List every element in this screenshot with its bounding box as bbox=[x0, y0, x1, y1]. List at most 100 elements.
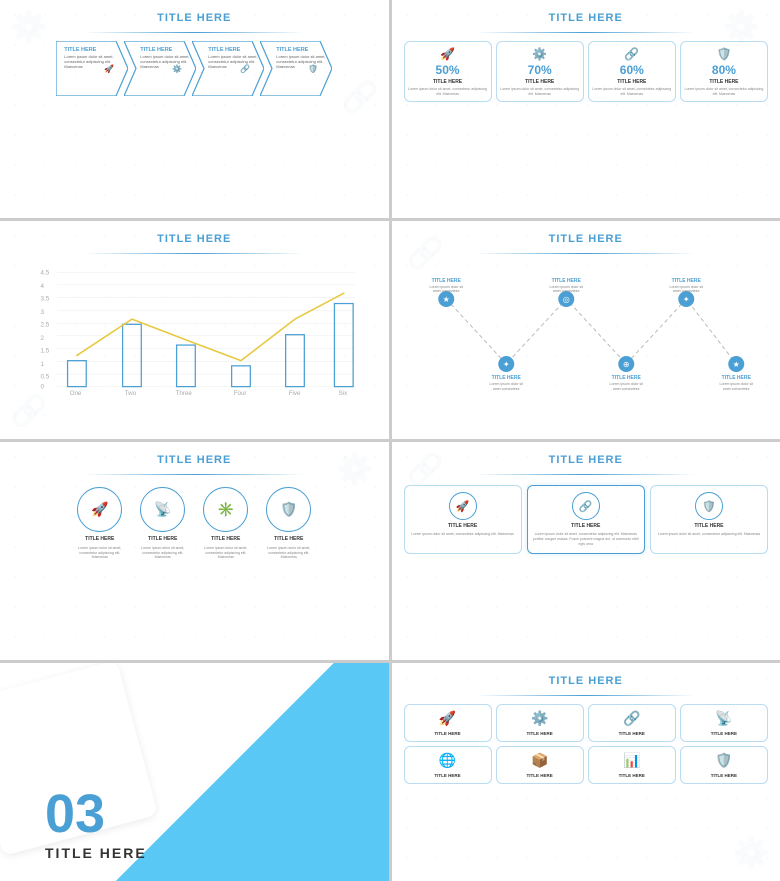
circle-1-desc: Lorem ipsum dolor sit amet, consectetur … bbox=[72, 546, 127, 560]
stat-3-title: TITLE HERE bbox=[617, 79, 646, 85]
svg-text:0.5: 0.5 bbox=[41, 373, 50, 380]
svg-text:Lorem ipsum dolor sit: Lorem ipsum dolor sit bbox=[719, 382, 752, 386]
card-1-desc: Lorem ipsum dolor sit amet, consectetur … bbox=[411, 532, 513, 537]
stat-1-title: TITLE HERE bbox=[433, 79, 462, 85]
card-1-title: TITLE HERE bbox=[448, 523, 477, 529]
grid-item-6: 📦 TITLE HERE bbox=[496, 746, 584, 784]
card-2-icon: 🔗 bbox=[572, 492, 600, 520]
svg-text:amet consectetur: amet consectetur bbox=[492, 387, 520, 391]
svg-text:TITLE HERE: TITLE HERE bbox=[721, 375, 751, 381]
circle-3-icon: ✳️ bbox=[203, 487, 248, 532]
grid-4-icon: 📡 bbox=[715, 710, 732, 727]
slide-7: 03 TITLE HERE bbox=[0, 663, 389, 881]
slide-6: 🔗 TITLE HERE 🚀 TITLE HERE Lorem ipsum do… bbox=[392, 442, 780, 660]
svg-text:1.5: 1.5 bbox=[41, 347, 50, 354]
grid-6-label: TITLE HERE bbox=[527, 773, 553, 778]
stat-4-title: TITLE HERE bbox=[709, 79, 738, 85]
svg-text:amet consectetur: amet consectetur bbox=[432, 289, 460, 293]
info-card-2: 🔗 TITLE HERE Lorem ipsum dolor sit amet,… bbox=[527, 485, 645, 554]
svg-text:TITLE HERE: TITLE HERE bbox=[611, 375, 641, 381]
slide-5: ⚙️ TITLE HERE 🚀 TITLE HERE Lorem ipsum d… bbox=[0, 442, 389, 660]
main-grid: ⚙️ 🔗 TITLE HERE TITLE HERE Lorem ipsum d… bbox=[0, 0, 780, 881]
svg-text:Lorem ipsum dolor sit: Lorem ipsum dolor sit bbox=[489, 382, 522, 386]
stat-4-percent: 80% bbox=[712, 63, 736, 77]
slide-2-title: TITLE HERE bbox=[549, 12, 623, 24]
svg-text:1: 1 bbox=[41, 361, 45, 368]
stat-card-1: 🚀 50% TITLE HERE Lorem ipsum dolor sit a… bbox=[404, 41, 492, 102]
svg-text:4.5: 4.5 bbox=[41, 269, 50, 276]
divider bbox=[85, 32, 304, 33]
grid-item-1: 🚀 TITLE HERE bbox=[404, 704, 492, 742]
circle-item-2: 📡 TITLE HERE Lorem ipsum dolor sit amet,… bbox=[135, 487, 190, 560]
arrow-2-text: Lorem ipsum dolor sit amet, consectetur … bbox=[140, 54, 194, 70]
stat-1-percent: 50% bbox=[436, 63, 460, 77]
chart-area: 4.5 4 3.5 3 2.5 2 1.5 1 0.5 0 bbox=[12, 262, 377, 397]
svg-text:2.5: 2.5 bbox=[41, 321, 50, 328]
svg-text:Three: Three bbox=[176, 390, 193, 397]
grid-7-label: TITLE HERE bbox=[619, 773, 645, 778]
svg-text:✦: ✦ bbox=[502, 360, 509, 369]
info-card-3: 🛡️ TITLE HERE Lorem ipsum dolor sit amet… bbox=[650, 485, 768, 554]
grid-6-icon: 📦 bbox=[531, 752, 548, 769]
svg-text:✦: ✦ bbox=[682, 295, 689, 304]
svg-text:⊕: ⊕ bbox=[622, 360, 629, 369]
stat-3-icon: 🔗 bbox=[624, 47, 639, 61]
slide-1-title: TITLE HERE bbox=[157, 12, 231, 24]
grid-3-label: TITLE HERE bbox=[619, 731, 645, 736]
stat-card-4: 🛡️ 80% TITLE HERE Lorem ipsum dolor sit … bbox=[680, 41, 768, 102]
slide-2: ⚙️ TITLE HERE 🚀 50% TITLE HERE Lorem ips… bbox=[392, 0, 780, 218]
arrow-item-3: TITLE HERE Lorem ipsum dolor sit amet, c… bbox=[192, 41, 264, 96]
arrow-3-text: Lorem ipsum dolor sit amet, consectetur … bbox=[208, 54, 262, 70]
divider-3 bbox=[85, 253, 304, 254]
svg-text:4: 4 bbox=[41, 283, 45, 290]
circle-2-icon: 📡 bbox=[140, 487, 185, 532]
svg-text:Lorem ipsum dolor sit: Lorem ipsum dolor sit bbox=[609, 382, 642, 386]
grid-7-icon: 📊 bbox=[623, 752, 640, 769]
slide-8-title: TITLE HERE bbox=[549, 675, 623, 687]
svg-text:TITLE HERE: TITLE HERE bbox=[671, 278, 701, 284]
grid-item-2: ⚙️ TITLE HERE bbox=[496, 704, 584, 742]
grid-4-label: TITLE HERE bbox=[711, 731, 737, 736]
grid-3-icon: 🔗 bbox=[623, 710, 640, 727]
grid-1-icon: 🚀 bbox=[439, 710, 456, 727]
arrow-item-4: TITLE HERE Lorem ipsum dolor sit amet, c… bbox=[260, 41, 332, 96]
divider-6 bbox=[476, 474, 695, 475]
divider-5 bbox=[85, 474, 304, 475]
svg-text:2: 2 bbox=[41, 335, 45, 342]
stat-4-desc: Lorem ipsum dolor sit amet, consectetur … bbox=[684, 87, 764, 96]
svg-text:3.5: 3.5 bbox=[41, 295, 50, 302]
circle-4-desc: Lorem ipsum dolor sit amet, consectetur … bbox=[261, 546, 316, 560]
svg-text:★: ★ bbox=[442, 295, 449, 304]
circle-3-label: TITLE HERE bbox=[211, 536, 240, 542]
svg-text:amet consectetur: amet consectetur bbox=[722, 387, 750, 391]
arrow-1-text: Lorem ipsum dolor sit amet, consectetur … bbox=[64, 54, 126, 70]
stat-2-title: TITLE HERE bbox=[525, 79, 554, 85]
svg-text:Two: Two bbox=[125, 390, 137, 397]
stat-2-desc: Lorem ipsum dolor sit amet, consectetur … bbox=[500, 87, 580, 96]
circle-1-label: TITLE HERE bbox=[85, 536, 114, 542]
arrow-4-icon: 🛡️ bbox=[308, 64, 318, 73]
circle-item-4: 🛡️ TITLE HERE Lorem ipsum dolor sit amet… bbox=[261, 487, 316, 560]
stats-grid: 🚀 50% TITLE HERE Lorem ipsum dolor sit a… bbox=[404, 41, 769, 102]
circle-item-3: ✳️ TITLE HERE Lorem ipsum dolor sit amet… bbox=[198, 487, 253, 560]
stat-4-icon: 🛡️ bbox=[716, 47, 731, 61]
grid-2-icon: ⚙️ bbox=[531, 710, 548, 727]
stat-card-3: 🔗 60% TITLE HERE Lorem ipsum dolor sit a… bbox=[588, 41, 676, 102]
divider-2 bbox=[476, 32, 695, 33]
stat-card-2: ⚙️ 70% TITLE HERE Lorem ipsum dolor sit … bbox=[496, 41, 584, 102]
stat-2-icon: ⚙️ bbox=[532, 47, 547, 61]
svg-text:Five: Five bbox=[289, 390, 301, 397]
circle-2-label: TITLE HERE bbox=[148, 536, 177, 542]
stat-3-desc: Lorem ipsum dolor sit amet, consectetur … bbox=[592, 87, 672, 96]
svg-text:amet consectetur: amet consectetur bbox=[612, 387, 640, 391]
stat-3-percent: 60% bbox=[620, 63, 644, 77]
grid-5-label: TITLE HERE bbox=[434, 773, 460, 778]
splash-title: TITLE HERE bbox=[45, 845, 369, 861]
circle-1-icon: 🚀 bbox=[77, 487, 122, 532]
grid-item-7: 📊 TITLE HERE bbox=[588, 746, 676, 784]
svg-text:amet consectetur: amet consectetur bbox=[672, 289, 700, 293]
svg-text:TITLE HERE: TITLE HERE bbox=[491, 375, 521, 381]
svg-text:Four: Four bbox=[234, 390, 247, 397]
arrow-1-icon: 🚀 bbox=[104, 64, 114, 73]
arrow-3-label: TITLE HERE bbox=[208, 47, 240, 53]
